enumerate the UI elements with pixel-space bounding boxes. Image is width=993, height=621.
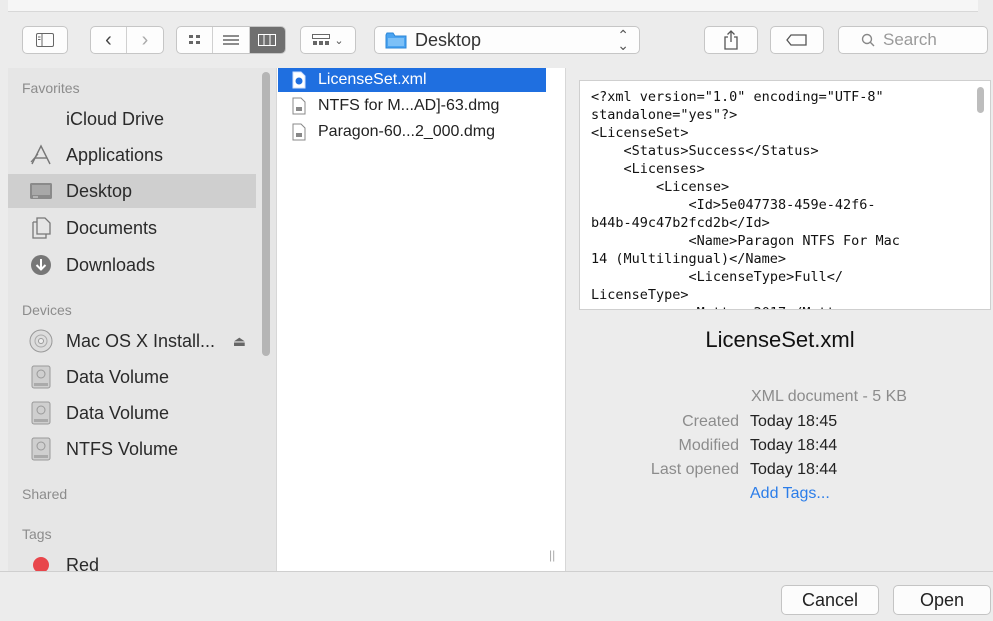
chevron-down-icon: ⌄ [334,34,344,47]
shared-header: Shared [22,486,68,502]
sidebar-item-label: Data Volume [66,366,170,387]
sidebar-icon [36,33,54,47]
view-mode-control [176,26,286,54]
sidebar-item-label: Downloads [66,254,156,275]
sidebar-item-mac-os-x-install[interactable]: Mac OS X Install... ⏏ [8,324,256,358]
sidebar-item-icloud-drive[interactable]: iCloud Drive [8,102,256,136]
xml-file-icon [292,71,306,89]
chevron-left-icon: ‹ [105,28,112,51]
created-value: Today 18:45 [750,413,838,430]
tag-icon [786,34,807,46]
file-name: NTFS for M...AD]-63.dmg [318,97,500,114]
list-icon [222,35,239,45]
sidebar-toggle-button[interactable] [22,26,68,54]
devices-header: Devices [22,302,72,318]
list-view-button[interactable] [213,27,250,53]
sidebar-item-applications[interactable]: Applications [8,138,256,172]
icon-view-button[interactable] [177,27,214,53]
file-row-ntfs-dmg[interactable]: NTFS for M...AD]-63.dmg [278,94,546,118]
chevron-right-icon: › [141,28,149,51]
sidebar-scrollbar[interactable] [262,72,270,356]
search-field[interactable]: Search [838,26,988,54]
search-placeholder: Search [883,30,937,49]
favorites-header: Favorites [22,80,80,96]
back-button[interactable]: ‹ [91,27,128,53]
sidebar-item-downloads[interactable]: Downloads [8,248,256,282]
sidebar-item-data-volume-2[interactable]: Data Volume [8,396,256,430]
sidebar-item-documents[interactable]: Documents [8,211,256,245]
search-icon [861,33,875,47]
sidebar-item-label: NTFS Volume [66,438,179,459]
desktop-icon [28,178,54,204]
modified-label: Modified [678,437,739,454]
toolbar: ‹ › ⌄ Desktop ⌃ ⌄ Search [0,0,993,68]
preview-pane: <?xml version="1.0" encoding="UTF-8" sta… [567,68,993,571]
sidebar-item-desktop[interactable]: Desktop [8,174,256,208]
documents-icon [28,215,54,241]
file-row-paragon-dmg[interactable]: Paragon-60...2_000.dmg [278,120,546,144]
forward-button[interactable]: › [127,27,163,53]
open-button[interactable]: Open [893,585,991,615]
file-name: Paragon-60...2_000.dmg [318,123,496,140]
sidebar-item-label: Documents [66,217,158,238]
drive-icon [28,364,54,390]
folder-icon [385,32,407,48]
sidebar: Favorites iCloud Drive Applications Desk… [8,68,276,571]
dmg-file-icon [292,123,306,141]
applications-icon [28,142,54,168]
arrange-button[interactable]: ⌄ [300,26,356,54]
file-row-licenseset-xml[interactable]: LicenseSet.xml [278,68,546,92]
sidebar-item-label: Red [66,554,100,572]
file-content-preview[interactable]: <?xml version="1.0" encoding="UTF-8" sta… [579,80,991,310]
optical-disc-icon [28,328,54,354]
preview-scrollbar[interactable] [977,87,984,113]
grid-icon [188,35,200,44]
sidebar-item-data-volume[interactable]: Data Volume [8,360,256,394]
preview-file-name: LicenseSet.xml [705,327,855,352]
sidebar-item-label: Data Volume [66,402,170,423]
title-strip [8,0,978,12]
sidebar-item-label: Desktop [66,180,133,201]
last-opened-value: Today 18:44 [750,461,838,478]
file-name: LicenseSet.xml [318,71,427,88]
column-resize-handle[interactable]: || [549,548,555,562]
file-column: LicenseSet.xml NTFS for M...AD]-63.dmg P… [276,68,566,571]
sidebar-item-label: iCloud Drive [66,108,165,129]
xml-content: <?xml version="1.0" encoding="UTF-8" sta… [591,89,900,309]
created-label: Created [682,413,739,430]
columns-icon [258,34,277,46]
share-icon [724,30,738,50]
eject-icon[interactable]: ⏏ [233,333,246,350]
share-button[interactable] [704,26,758,54]
sidebar-item-label: Applications [66,144,164,165]
back-forward-control: ‹ › [90,26,164,54]
up-down-icon: ⌃ ⌄ [617,27,629,53]
red-tag-dot-icon [28,552,54,571]
column-view-button[interactable] [249,27,285,53]
drive-icon [28,400,54,426]
arrange-grid-icon [312,34,331,45]
add-tags-link[interactable]: Add Tags... [750,485,830,503]
sidebar-item-tag-red[interactable]: Red [8,548,256,571]
dialog-button-bar: Cancel Open [0,571,993,621]
tag-button[interactable] [770,26,824,54]
downloads-icon [28,252,54,278]
cancel-button[interactable]: Cancel [781,585,879,615]
file-kind: XML document - 5 KB [751,388,907,405]
modified-value: Today 18:44 [750,437,838,454]
cloud-icon [28,106,54,132]
path-label: Desktop [415,29,482,50]
path-popup[interactable]: Desktop ⌃ ⌄ [374,26,640,54]
last-opened-label: Last opened [650,461,739,478]
drive-icon [28,436,54,462]
sidebar-item-label: Mac OS X Install... [66,330,216,351]
tags-header: Tags [22,526,52,542]
dmg-file-icon [292,97,306,115]
sidebar-item-ntfs-volume[interactable]: NTFS Volume [8,432,256,466]
